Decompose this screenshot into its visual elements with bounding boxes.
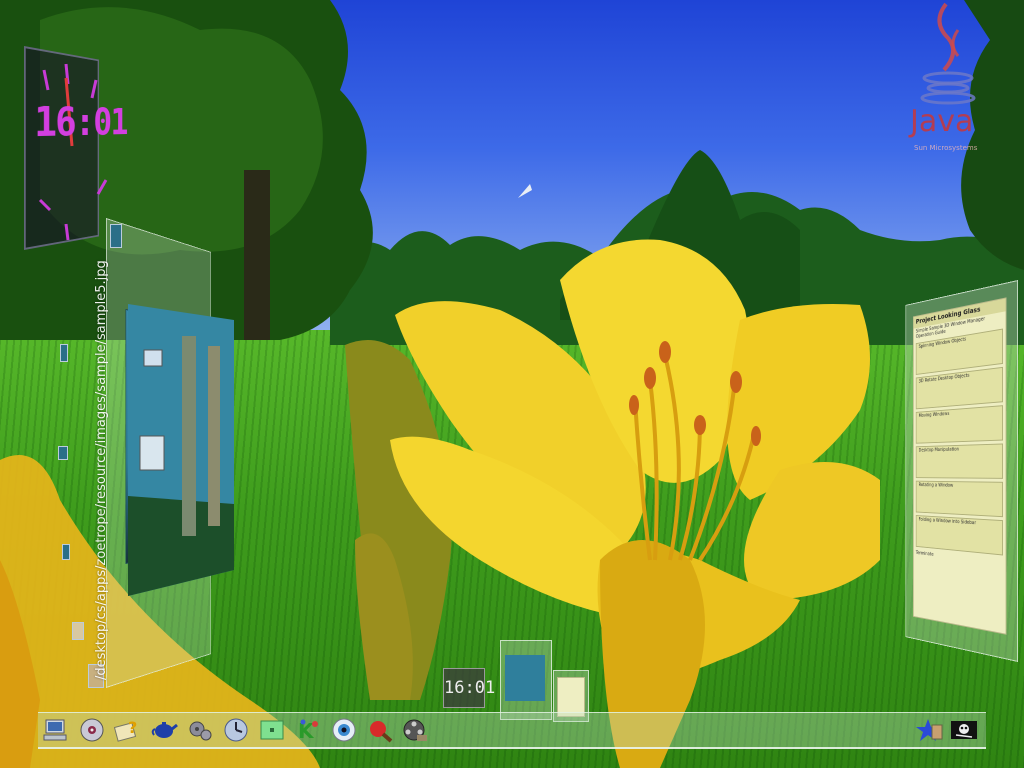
- minimized-window-thumbnail: [505, 655, 545, 701]
- film-icon[interactable]: [400, 716, 428, 744]
- thumbnail[interactable]: [62, 544, 70, 560]
- guide-section: Rotating a Window: [917, 482, 1003, 491]
- guide-section-box: Folding a Window into Sidebar: [916, 515, 1003, 555]
- cd-icon[interactable]: [78, 716, 106, 744]
- kdraw-icon[interactable]: K: [294, 716, 322, 744]
- skull-icon[interactable]: [950, 716, 978, 744]
- plane: [518, 184, 532, 198]
- computer-icon[interactable]: [42, 716, 70, 744]
- clock-time: 16:01: [34, 98, 127, 146]
- guide-section: Folding a Window into Sidebar: [917, 516, 1003, 529]
- paddle-icon[interactable]: [366, 716, 394, 744]
- guide-section-box: Desktop Manipulation: [916, 443, 1003, 478]
- panel-icon[interactable]: [258, 716, 286, 744]
- mini-clock-widget[interactable]: 16:01: [443, 668, 485, 708]
- clock-face: [26, 50, 118, 246]
- operation-guide-window[interactable]: Project Looking Glass Simple Sample 3D W…: [905, 280, 1018, 662]
- guide-page: Project Looking Glass Simple Sample 3D W…: [913, 297, 1006, 634]
- java-logo-text: Java: [910, 104, 973, 139]
- guide-section: Desktop Manipulation: [917, 444, 1003, 454]
- help-icon[interactable]: ?: [114, 716, 142, 744]
- viewer-image: [122, 296, 242, 596]
- thumbnail[interactable]: [58, 446, 68, 460]
- clock-icon[interactable]: [222, 716, 250, 744]
- guide-section-box: Rotating a Window: [916, 481, 1003, 517]
- svg-text:?: ?: [128, 718, 137, 737]
- taskbar: ? K: [38, 712, 986, 749]
- viewer-file-path: /desktop/cs/apps/zoetrope/resource/image…: [94, 250, 124, 680]
- eye-icon[interactable]: [330, 716, 358, 744]
- gear-icon[interactable]: [186, 716, 214, 744]
- sun-icon[interactable]: [916, 716, 944, 744]
- guide-section: Moving Windows: [917, 406, 1003, 420]
- thumbnail[interactable]: [110, 224, 122, 248]
- minimized-window-viewer[interactable]: [500, 640, 552, 720]
- java-logo-subtext: Sun Microsystems: [914, 144, 977, 152]
- guide-section-box: Moving Windows: [916, 405, 1003, 444]
- thumbnail[interactable]: [72, 622, 84, 640]
- teapot-icon[interactable]: [150, 716, 178, 744]
- thumbnail[interactable]: [60, 344, 68, 362]
- minimized-window-thumbnail: [557, 677, 585, 717]
